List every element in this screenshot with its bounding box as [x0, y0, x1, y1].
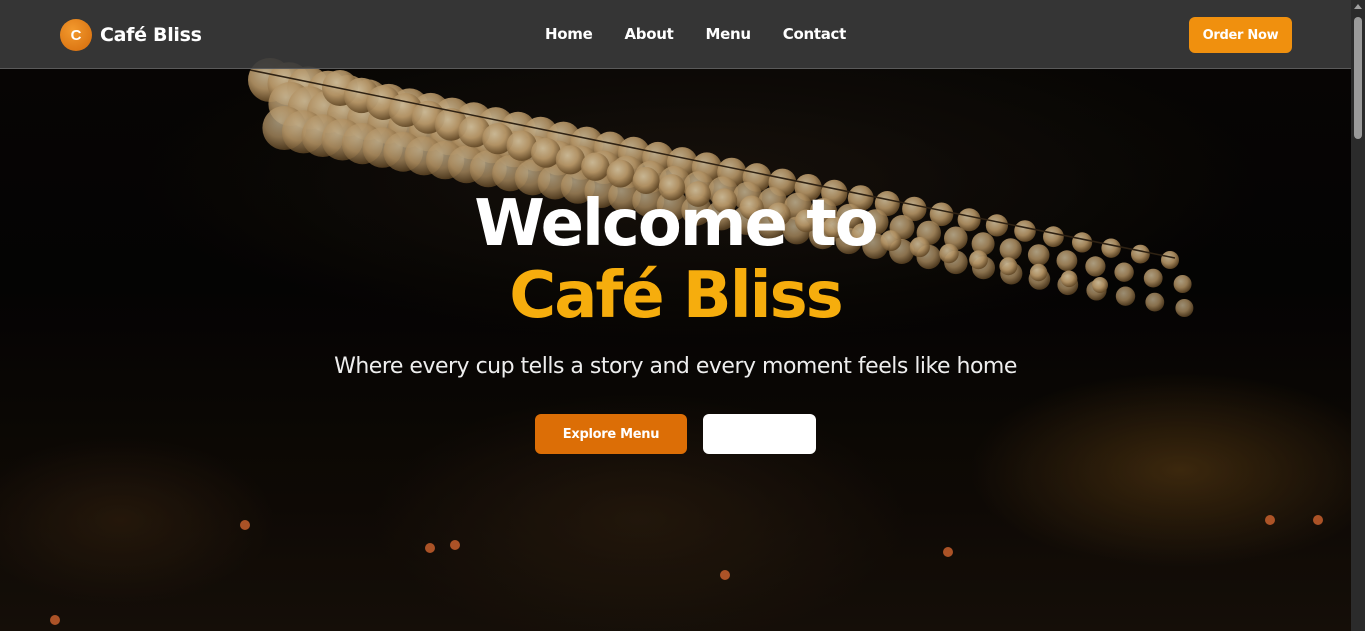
hero-title-line1: Welcome to [474, 187, 879, 261]
page-scrollbar[interactable] [1351, 0, 1365, 631]
nav-links: Home About Menu Contact [545, 25, 878, 43]
brand-name: Café Bliss [100, 24, 202, 46]
order-now-button[interactable]: Order Now [1189, 17, 1292, 53]
top-navbar: C Café Bliss Home About Menu Contact Ord… [0, 0, 1351, 69]
nav-link-contact[interactable]: Contact [783, 25, 847, 43]
scroll-up-icon[interactable] [1354, 4, 1362, 9]
hero-tagline: Where every cup tells a story and every … [334, 354, 1017, 379]
explore-menu-button[interactable]: Explore Menu [535, 414, 687, 454]
logo-letter: C [70, 26, 82, 44]
secondary-hero-button[interactable] [703, 414, 816, 454]
logo-c-icon: C [60, 19, 92, 51]
nav-link-home[interactable]: Home [545, 25, 593, 43]
hero-title-line2: Café Bliss [509, 259, 844, 333]
nav-link-menu[interactable]: Menu [705, 25, 751, 43]
nav-link-about[interactable]: About [624, 25, 673, 43]
brand[interactable]: C Café Bliss [60, 19, 202, 51]
scrollbar-thumb[interactable] [1354, 17, 1362, 139]
